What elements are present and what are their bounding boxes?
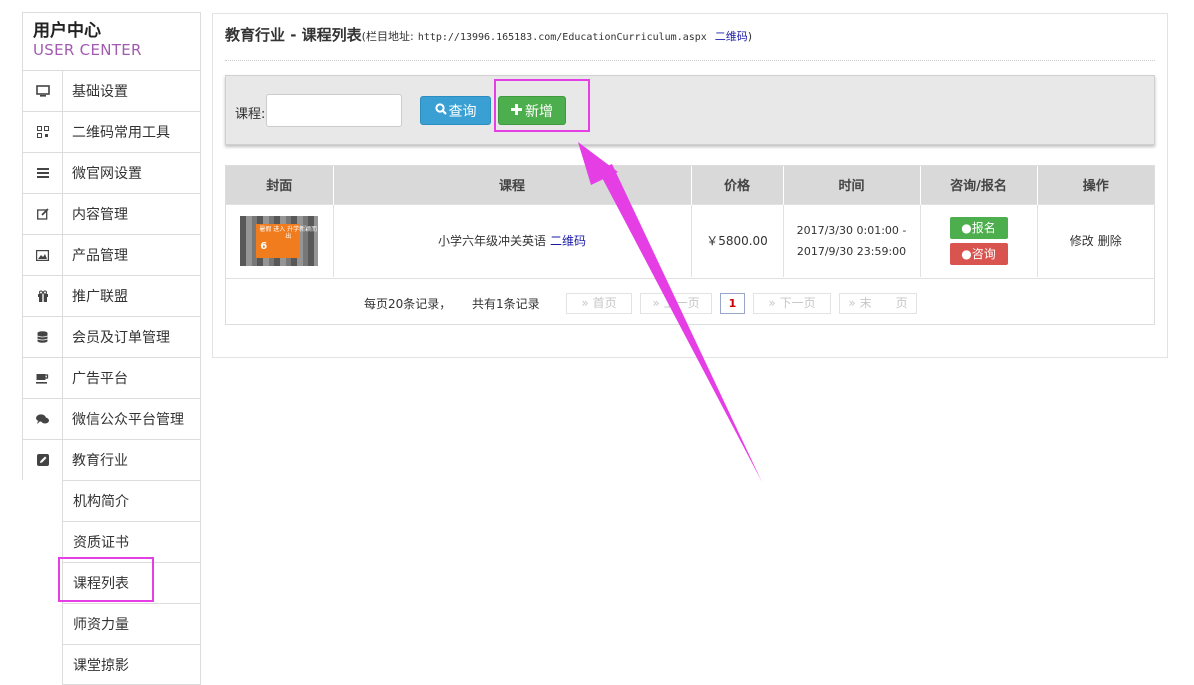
sidebar-item-label: 广告平台 xyxy=(72,371,128,387)
sidebar-subitem-gallery[interactable]: 课堂掠影 xyxy=(62,644,201,685)
sidebar-item-label: 产品管理 xyxy=(72,248,128,264)
course-cover-image[interactable]: 暑假 进入 升学新颖而出 6 xyxy=(240,215,319,266)
monitor-icon xyxy=(23,71,63,111)
pager-per-page: 每页20条记录， xyxy=(364,297,452,311)
query-button-label: 查询 xyxy=(448,103,477,120)
delete-link[interactable]: 删除 xyxy=(1098,234,1122,248)
consult-label: 咨询 xyxy=(971,246,996,261)
sidebar-item-label: 内容管理 xyxy=(72,207,128,223)
sidebar-item-micro-site[interactable]: 微官网设置 xyxy=(22,152,201,193)
sidebar-item-label: 会员及订单管理 xyxy=(72,330,170,346)
sidebar-item-content[interactable]: 内容管理 xyxy=(22,193,201,234)
sidebar-item-ads[interactable]: 广告平台 xyxy=(22,357,201,398)
sidebar-item-promotion[interactable]: 推广联盟 xyxy=(22,275,201,316)
edit-link[interactable]: 修改 xyxy=(1070,234,1094,248)
signup-button[interactable]: ●报名 xyxy=(949,216,1008,239)
sidebar-item-basic-settings[interactable]: 基础设置 xyxy=(22,70,201,111)
sidebar-item-wechat[interactable]: 微信公众平台管理 xyxy=(22,398,201,439)
sidebar-item-label: 微官网设置 xyxy=(72,166,142,182)
check-circle-icon: ● xyxy=(961,246,972,261)
course-search-input[interactable] xyxy=(266,94,402,127)
highlight-box-add xyxy=(494,79,590,132)
pagination: 每页20条记录， 共有1条记录 » 首页 » 上一页 1 » 下一页 » 末 页 xyxy=(226,278,1154,324)
user-center-title: 用户中心 xyxy=(33,21,101,41)
pager-current-page[interactable]: 1 xyxy=(720,293,745,314)
time-end: 2017/9/30 23:59:00 xyxy=(796,244,907,258)
course-name: 小学六年级冲关英语 xyxy=(437,234,546,249)
sidebar-item-label: 推广联盟 xyxy=(72,289,128,305)
sidebar-item-label: 微信公众平台管理 xyxy=(72,412,184,428)
sidebar-item-label: 二维码常用工具 xyxy=(72,125,170,141)
user-center-subtitle: USER CENTER xyxy=(33,41,142,59)
database-icon xyxy=(23,317,63,357)
highlight-box-course-list xyxy=(58,557,154,602)
coffee-icon xyxy=(23,358,63,398)
sidebar-item-education[interactable]: 教育行业 xyxy=(22,439,201,480)
sidebar-item-qrcode-tools[interactable]: 二维码常用工具 xyxy=(22,111,201,152)
picture-icon xyxy=(23,235,63,275)
page-header: 教育行业 - 课程列表(栏目地址: http://13996.165183.co… xyxy=(225,24,1155,61)
edit-icon xyxy=(23,194,63,234)
column-header-actions: 操作 xyxy=(1037,166,1154,204)
main-panel: 教育行业 - 课程列表(栏目地址: http://13996.165183.co… xyxy=(212,13,1168,358)
sidebar-item-label: 基础设置 xyxy=(72,84,128,100)
sidebar-item-products[interactable]: 产品管理 xyxy=(22,234,201,275)
sidebar-item-label: 教育行业 xyxy=(72,453,128,469)
page-title: 教育行业 - 课程列表 xyxy=(225,26,362,44)
table-header-row: 封面 课程 价格 时间 咨询/报名 操作 xyxy=(226,166,1154,204)
sidebar-subitem-certificates[interactable]: 资质证书 xyxy=(62,521,201,562)
pager-total: 共有1条记录 xyxy=(472,297,540,311)
actions-cell: 修改 删除 xyxy=(1037,203,1154,277)
search-bar: 课程: 查询 新增 xyxy=(225,75,1155,145)
column-header-course: 课程 xyxy=(333,166,692,204)
consult-button[interactable]: ●咨询 xyxy=(949,242,1008,265)
pager-prev-button[interactable]: » 上一页 xyxy=(640,293,712,314)
sidebar-subitem-intro[interactable]: 机构简介 xyxy=(62,480,201,521)
time-start: 2017/3/30 0:01:00 - xyxy=(796,223,907,237)
course-cell: 小学六年级冲关英语 二维码 xyxy=(333,203,692,277)
sidebar-subitem-teachers[interactable]: 师资力量 xyxy=(62,603,201,644)
column-header-time: 时间 xyxy=(783,166,921,204)
info-icon: ● xyxy=(961,220,972,235)
price-cell: ￥5800.00 xyxy=(691,203,784,277)
table-row: 暑假 进入 升学新颖而出 6 小学六年级冲关英语 二维码 ￥5800.00 201… xyxy=(226,203,1154,277)
cover-text-top: 暑假 进入 升学新颖而出 xyxy=(259,225,318,240)
gift-icon xyxy=(23,276,63,316)
list-icon xyxy=(23,153,63,193)
course-qrcode-link[interactable]: 二维码 xyxy=(550,234,586,248)
qrcode-icon xyxy=(23,112,63,152)
page-address-suffix: ) xyxy=(747,30,753,43)
column-header-cover: 封面 xyxy=(226,166,334,204)
course-table: 封面 课程 价格 时间 咨询/报名 操作 暑假 进入 升学新颖而出 6 小学六年… xyxy=(225,165,1155,325)
course-search-label: 课程: xyxy=(235,107,266,122)
column-header-consult-signup: 咨询/报名 xyxy=(920,166,1038,204)
pager-last-button[interactable]: » 末 页 xyxy=(839,293,917,314)
page-qrcode-link[interactable]: 二维码 xyxy=(715,30,748,43)
cover-cell: 暑假 进入 升学新颖而出 6 xyxy=(226,203,334,277)
user-center-header: 用户中心 USER CENTER xyxy=(22,12,201,70)
pager-next-button[interactable]: » 下一页 xyxy=(753,293,831,314)
cover-text-big: 6 xyxy=(260,240,268,252)
pencil-square-icon xyxy=(23,440,63,480)
search-icon xyxy=(434,102,447,119)
comments-icon xyxy=(23,399,63,439)
pager-first-button[interactable]: » 首页 xyxy=(566,293,632,314)
query-button[interactable]: 查询 xyxy=(420,96,491,125)
sidebar-item-members-orders[interactable]: 会员及订单管理 xyxy=(22,316,201,357)
time-cell: 2017/3/30 0:01:00 - 2017/9/30 23:59:00 xyxy=(783,203,921,277)
page-address-prefix: (栏目地址: xyxy=(361,30,414,43)
column-header-price: 价格 xyxy=(691,166,784,204)
signup-label: 报名 xyxy=(971,220,996,235)
page-address-url: http://13996.165183.com/EducationCurricu… xyxy=(417,32,707,43)
consult-signup-cell: ●报名 ●咨询 xyxy=(920,203,1038,277)
